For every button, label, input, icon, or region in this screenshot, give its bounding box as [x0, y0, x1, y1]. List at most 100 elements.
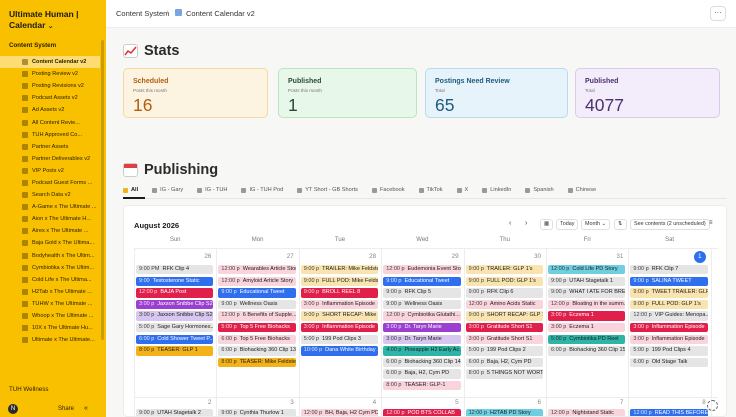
- calendar-event[interactable]: 9:00 p RFK Clip 7: [630, 265, 708, 275]
- calendar-event[interactable]: 9:00 p FULL POD: GLP 1's: [630, 299, 708, 310]
- calendar-menu-icon[interactable]: ≡: [706, 219, 716, 230]
- breadcrumb-content-calendar[interactable]: Content Calendar v2: [186, 9, 255, 18]
- day-number[interactable]: 2: [134, 399, 212, 406]
- calendar-event[interactable]: 9:00 p UTAH Stagetalk 2: [136, 409, 214, 416]
- calendar-event[interactable]: 3:00 p Dr. Taryn Marie: [383, 334, 461, 344]
- sidebar-item[interactable]: Content Calendar v2: [0, 56, 100, 69]
- day-number[interactable]: 1: [693, 251, 706, 263]
- sidebar-item[interactable]: H2Tab x The Ultimate ...: [0, 286, 100, 298]
- calendar-event[interactable]: 12:00 p Cymbiotika Glutathi...: [383, 311, 461, 321]
- calendar-event[interactable]: 9:00 p TRAILER: Mike Feldstein: [300, 265, 379, 275]
- calendar-event[interactable]: 12:00 p Wearables Article Story: [218, 265, 296, 275]
- tab-ig-tuh-pod[interactable]: IG - TUH Pod: [241, 187, 283, 193]
- calendar-event[interactable]: 6:00 p Baja, H2, Cym PD: [383, 369, 461, 379]
- calendar-event[interactable]: 12:00 p Amino Acids Static: [465, 299, 543, 310]
- sidebar-item[interactable]: Ultimate x The Ultimate...: [0, 334, 100, 346]
- calendar-event[interactable]: 8:00 p TEASER: GLP 1: [136, 346, 214, 356]
- tab-spanish[interactable]: Spanish: [525, 187, 554, 193]
- calendar-event[interactable]: 9:00 pTWEET TRAILER: GLP 1's: [630, 288, 708, 298]
- avatar[interactable]: N: [8, 403, 18, 414]
- calendar-event[interactable]: 3:00 p Gratitude Short S1: [465, 323, 543, 333]
- tab-all[interactable]: All: [123, 187, 138, 193]
- calendar-event[interactable]: 10:00 p Dana White Birthday ...: [300, 346, 379, 356]
- calendar-event[interactable]: 4:00 p Pineapple H2 Early Ac...: [383, 346, 461, 356]
- calendar-event[interactable]: 3:00 p Inflammation Episode: [300, 299, 379, 310]
- see-contents-button[interactable]: See contents (2 unscheduled): [630, 219, 710, 230]
- sidebar-item[interactable]: Cold Life x The Ultima...: [0, 274, 100, 286]
- calendar-event[interactable]: 12:00 p VIP Guides: Menopa...: [630, 311, 708, 321]
- month-view-select[interactable]: Month ⌄: [581, 219, 610, 230]
- sidebar-item[interactable]: Baja Gold x The Ultima...: [0, 237, 100, 249]
- day-number[interactable]: 31: [546, 253, 623, 260]
- calendar-event[interactable]: 9:00 pFULL POD: Mike Feldst...: [300, 276, 379, 286]
- calendar-event[interactable]: 12:00 p BAJA Post: [136, 288, 214, 298]
- calendar-event[interactable]: 6:00 p Top 5 Free Biohacks: [218, 334, 296, 344]
- tab-linkedin[interactable]: LinkedIn: [482, 187, 511, 193]
- calendar-event[interactable]: 5:00 p Cymbiotika PD Reel: [548, 334, 626, 344]
- calendar-event[interactable]: 5:00 p 199 Pod Clips 2: [465, 346, 543, 356]
- calendar-event[interactable]: 3:00 p Inflammation Episode: [300, 323, 379, 333]
- calendar-event[interactable]: 5:00 p Top 5 Free Biohacks: [218, 323, 296, 333]
- sidebar-item[interactable]: Ad Assets v2: [0, 104, 100, 116]
- calendar-event[interactable]: 12:00 p Amyloid Article Story: [218, 276, 296, 286]
- calendar-event[interactable]: 6:00 p Biohacking 360 Clip 13: [218, 346, 296, 356]
- calendar-event[interactable]: 12:00 p6 Benefits of Supple...: [218, 311, 296, 321]
- calendar-event[interactable]: 8:00 p TEASER: Mike Feldstein: [218, 357, 296, 368]
- tab-ig-gary[interactable]: IG - Gary: [152, 187, 183, 193]
- calendar-event[interactable]: 6:00 p Biohacking 360 Clip 15: [548, 346, 626, 356]
- day-number[interactable]: 6: [464, 399, 541, 406]
- more-options-button[interactable]: ···: [710, 6, 726, 21]
- calendar-event[interactable]: 9:00 PM RFK Clip 4: [136, 265, 214, 275]
- sidebar-item[interactable]: Aion x The Ultimate H...: [0, 213, 100, 225]
- calendar-event[interactable]: 9:00 p Wellness Oasis: [383, 299, 461, 310]
- filter-icon[interactable]: ⇅: [614, 219, 627, 230]
- calendar-event[interactable]: 9:00 p Educational Tweet: [218, 288, 296, 298]
- day-number[interactable]: 29: [381, 253, 459, 260]
- calendar-event[interactable]: 9:00 p TRAILER: GLP 1's: [465, 265, 543, 275]
- calendar-event[interactable]: 6:00 p Biohacking 360 Clip 14: [383, 357, 461, 368]
- calendar-event[interactable]: 12:00 p Nightstand Static: [548, 409, 626, 416]
- sidebar-item[interactable]: Podcast Assets v2: [0, 92, 100, 104]
- breadcrumb-content-system[interactable]: Content System: [116, 9, 169, 18]
- share-button[interactable]: Share: [58, 406, 74, 412]
- tab-tiktok[interactable]: TikTok: [418, 187, 443, 193]
- sidebar-item[interactable]: Podcast Guest Forms ...: [0, 177, 100, 189]
- tab-chinese[interactable]: Chinese: [567, 187, 596, 193]
- calendar-event[interactable]: 9:00 p RFK Clip 5: [383, 288, 461, 298]
- sidebar-item[interactable]: VIP Posts v2: [0, 165, 100, 177]
- calendar-event[interactable]: 9:00 p Cynthia Thurlow 1: [218, 409, 296, 416]
- day-number[interactable]: 3: [216, 399, 294, 406]
- prev-month-button[interactable]: ‹: [506, 219, 514, 230]
- calendar-event[interactable]: 12:00 p Cold Life PD Story: [548, 265, 626, 275]
- day-number[interactable]: 4: [299, 399, 377, 406]
- sidebar-item[interactable]: Bodyhealth x The Ultim...: [0, 250, 100, 262]
- sidebar-item[interactable]: Search Data v2: [0, 189, 100, 201]
- tab-yt-short-gb-shorts[interactable]: YT Short - GB Shorts: [297, 187, 358, 193]
- calendar-event[interactable]: 12:00 p Bloating in the summ...: [548, 299, 626, 310]
- calendar-event[interactable]: 12:00 p Eudemonia Event Story: [383, 265, 461, 275]
- calendar-event[interactable]: 9:00 p SALINA TWEET: [630, 276, 708, 286]
- calendar-event[interactable]: 12:00 p H2TAB PD Story: [465, 409, 543, 416]
- calendar-event[interactable]: 9:00 p FULL POD: GLP 1's: [465, 276, 543, 286]
- calendar-event[interactable]: 9:00 p Wellness Oasis: [218, 299, 296, 310]
- calendar-event[interactable]: 5:00 p 199 Pod Clips 3: [300, 334, 379, 344]
- today-button[interactable]: Today: [556, 219, 579, 230]
- sidebar-item[interactable]: Posting Review v2: [0, 68, 100, 80]
- calendar-picker-icon[interactable]: ▦: [540, 219, 554, 230]
- calendar-event[interactable]: 9:00 Testosterone Static: [136, 276, 214, 286]
- sidebar-section-tuh-wellness[interactable]: TUH Wellness: [9, 386, 48, 393]
- calendar-event[interactable]: 5:00 p Sage Gary Hormones...: [136, 323, 214, 333]
- sidebar-item[interactable]: Partner Deliverables v2: [0, 153, 100, 165]
- calendar-event[interactable]: 8:00 p TEASER: GLP-1: [383, 381, 461, 391]
- sidebar-item[interactable]: All Content Revie...: [0, 116, 100, 128]
- sidebar-item[interactable]: A-Game x The Ultimate ...: [0, 201, 100, 213]
- sidebar-scrollbar[interactable]: [101, 40, 104, 340]
- day-number[interactable]: 26: [134, 253, 211, 260]
- calendar-event[interactable]: 3:00 p Eczema 1: [548, 311, 626, 321]
- sidebar-item[interactable]: TUH Approved Co...: [0, 129, 100, 141]
- tab-facebook[interactable]: Facebook: [371, 187, 405, 193]
- sidebar-item[interactable]: Posting Revisions v2: [0, 80, 100, 92]
- calendar-event[interactable]: 9:00 p UTAH Stagetalk 1: [548, 276, 626, 286]
- sidebar-item[interactable]: TUHW x The Ultimate ...: [0, 298, 100, 310]
- collapse-icon[interactable]: «: [84, 405, 88, 412]
